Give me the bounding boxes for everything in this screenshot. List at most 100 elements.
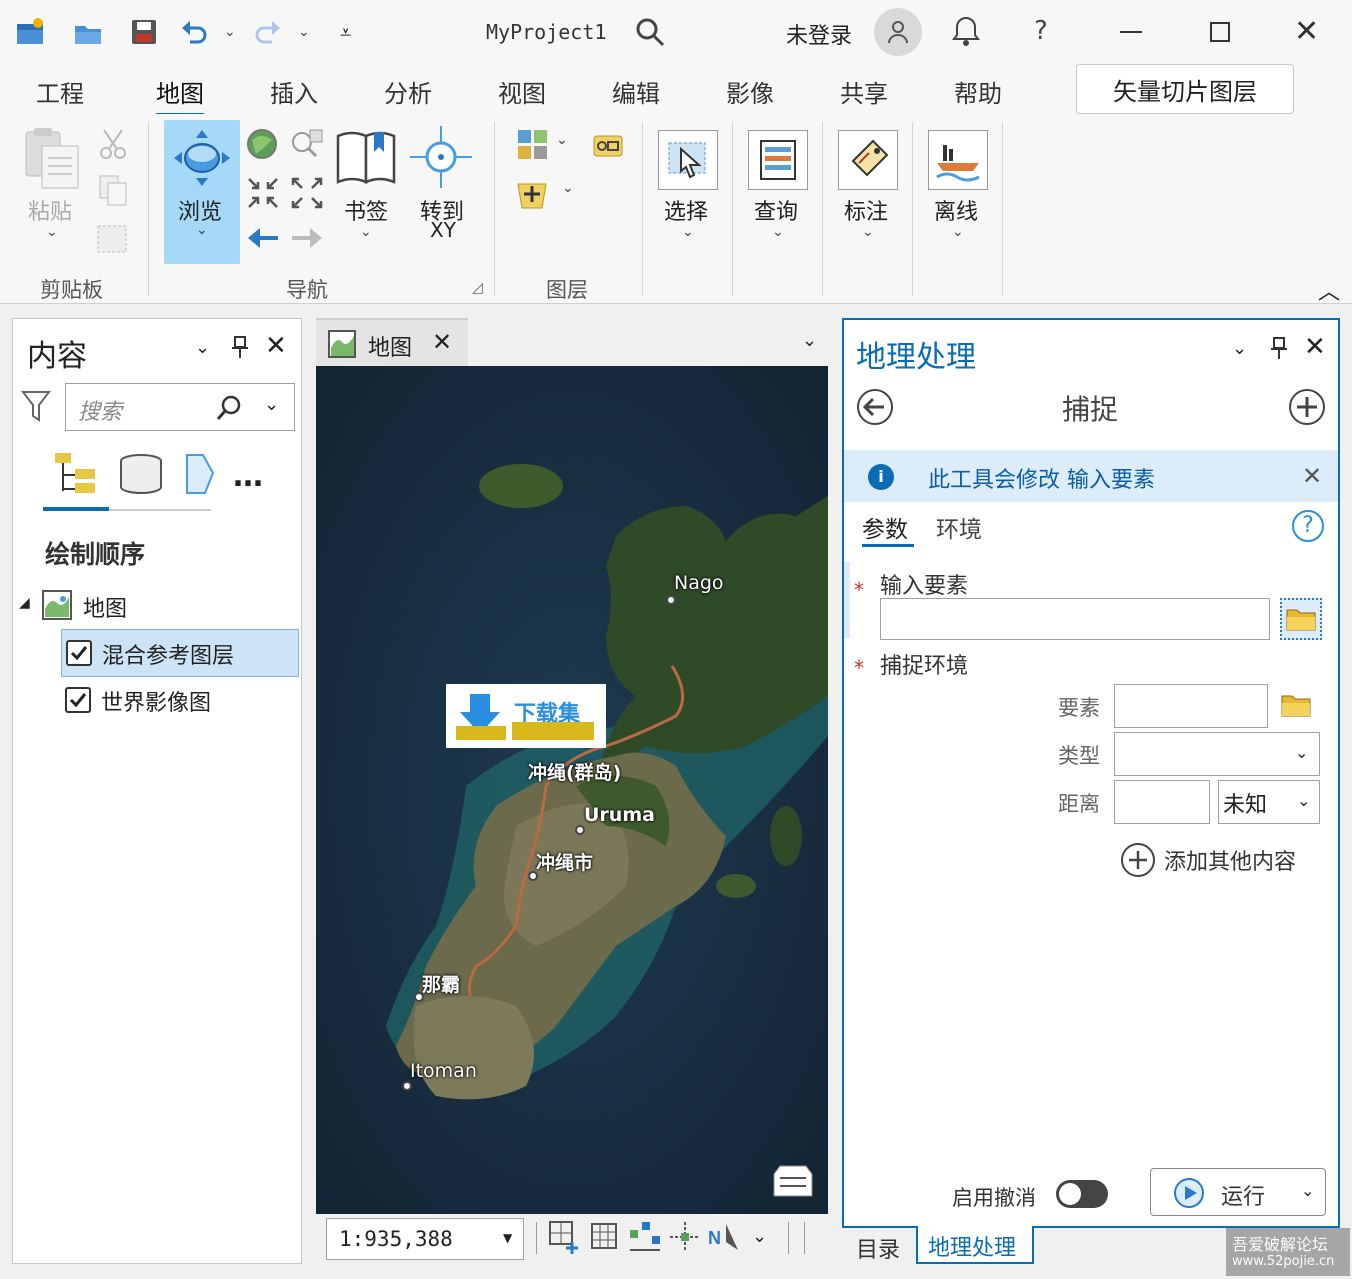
scale-dropdown-icon[interactable]: ▼ [503,1231,512,1245]
filter-icon[interactable] [20,389,52,427]
search-icon[interactable] [634,16,666,52]
label-icon[interactable] [838,130,898,190]
paste-button[interactable]: 粘贴 [28,194,72,226]
zoom-to-selection-icon[interactable] [290,128,324,164]
bookmarks-button[interactable]: 书签 [344,194,388,226]
query-button[interactable]: 查询 [754,194,798,226]
grid-add-icon[interactable] [548,1220,580,1258]
offline-icon[interactable] [928,130,988,190]
add-more-button[interactable]: 添加其他内容 [1164,844,1296,876]
sign-in-status[interactable]: 未登录 [786,18,852,50]
tab-map-view[interactable]: 地图 ✕ [316,318,468,366]
help-icon[interactable]: ? [1034,16,1048,46]
previous-extent-icon[interactable] [246,222,280,258]
add-preset-icon[interactable] [516,176,550,214]
offline-button[interactable]: 离线 [934,194,978,226]
map-canvas[interactable]: Nago 冲绳(群岛) Uruma 冲绳市 那霸 Itoman 下载集 [316,366,828,1214]
search-options-icon[interactable]: ⌄ [264,394,279,415]
contents-options-icon[interactable]: ⌄ [195,337,210,358]
browse-folder-icon[interactable] [1280,598,1322,640]
map-item-label[interactable]: 地图 [83,591,127,623]
close-icon[interactable]: ✕ [1294,14,1319,49]
maximize-icon[interactable] [1210,22,1230,42]
collapse-ribbon-icon[interactable]: ︿ [1318,274,1340,306]
fixed-zoom-out-icon[interactable] [290,176,324,214]
tab-share[interactable]: 共享 [840,74,888,109]
add-tool-icon[interactable] [1288,388,1326,430]
query-icon[interactable] [748,130,808,190]
save-icon[interactable] [126,14,162,50]
full-extent-icon[interactable] [246,128,278,164]
tab-view[interactable]: 视图 [498,74,546,109]
scale-selector[interactable]: 1:935,388 ▼ [326,1218,524,1260]
expand-map-icon[interactable]: ◢ [19,595,30,611]
grid-icon[interactable] [590,1222,618,1254]
query-dropdown-icon[interactable]: ⌄ [772,224,784,240]
tab-edit[interactable]: 编辑 [612,74,660,109]
tab-environments[interactable]: 环境 [936,510,982,544]
bookmarks-icon[interactable] [334,128,400,190]
search-icon[interactable] [216,394,244,426]
pin-icon[interactable] [1270,336,1288,364]
help-icon[interactable]: ? [1292,510,1324,542]
snap-type-select[interactable]: ⌄ [1114,732,1320,776]
redo-dropdown-icon[interactable]: ⌄ [298,24,310,40]
select-dropdown-icon[interactable]: ⌄ [682,224,694,240]
minimize-icon[interactable] [1120,31,1142,33]
constraints-icon[interactable] [668,1220,702,1258]
explore-dropdown-icon[interactable]: ⌄ [196,222,208,238]
tab-map[interactable]: 地图 [156,74,204,117]
tab-catalog[interactable]: 目录 [856,1232,900,1264]
tab-insert[interactable]: 插入 [270,74,318,109]
avatar[interactable] [874,8,922,56]
select-button[interactable]: 选择 [664,194,708,226]
offline-dropdown-icon[interactable]: ⌄ [952,224,964,240]
navigator-icon[interactable] [772,1164,814,1202]
undo-icon[interactable] [176,14,212,50]
snap-feature-field[interactable] [1114,684,1268,728]
run-button[interactable]: 运行 ⌄ [1150,1168,1326,1216]
more-options-icon[interactable]: … [233,459,263,494]
label-button[interactable]: 标注 [844,194,888,226]
list-by-snapping-icon[interactable] [185,453,215,499]
input-features-field[interactable] [880,598,1270,640]
hybrid-reference-checkbox[interactable] [66,640,92,666]
distance-unit-select[interactable]: 未知 ⌄ [1218,780,1320,824]
world-imagery-checkbox[interactable] [65,687,91,713]
open-project-icon[interactable] [70,14,106,50]
list-by-drawing-order-icon[interactable] [51,451,103,505]
add-more-icon[interactable] [1120,842,1156,882]
dismiss-info-icon[interactable]: ✕ [1302,462,1322,490]
bookmarks-dropdown-icon[interactable]: ⌄ [360,224,372,240]
snap-distance-field[interactable] [1114,780,1210,824]
back-icon[interactable] [856,388,894,430]
geoprocessing-close-icon[interactable]: ✕ [1304,332,1326,362]
tab-project[interactable]: 工程 [36,74,84,109]
north-arrow-icon[interactable]: N [708,1220,742,1258]
status-more-icon[interactable]: ⌄ [752,1226,767,1247]
add-data-dropdown-icon[interactable]: ⌄ [556,132,568,148]
add-data-icon[interactable] [516,128,550,166]
undo-dropdown-icon[interactable]: ⌄ [224,24,236,40]
paste-dropdown-icon[interactable]: ⌄ [46,224,58,240]
list-by-source-icon[interactable] [119,453,163,499]
fixed-zoom-in-icon[interactable] [246,176,280,214]
tab-imagery[interactable]: 影像 [726,74,774,109]
explore-button[interactable]: 浏览 ⌄ [164,120,240,264]
enable-undo-toggle[interactable] [1056,1180,1108,1208]
tab-parameters[interactable]: 参数 [862,510,908,544]
select-icon[interactable] [658,130,718,190]
basemap-icon[interactable] [592,130,624,166]
goto-xy-label-line2[interactable]: XY [430,218,456,242]
label-dropdown-icon[interactable]: ⌄ [862,224,874,240]
contents-close-icon[interactable]: ✕ [265,331,287,361]
customize-toolbar-icon[interactable]: ⩡ [340,20,351,44]
tab-geoprocessing[interactable]: 地理处理 [916,1226,1034,1264]
navigation-launcher-icon[interactable]: ◿ [472,280,483,296]
bell-icon[interactable] [950,14,982,52]
tab-list-icon[interactable]: ⌄ [802,330,817,351]
layer-row-world-imagery[interactable]: 世界影像图 [61,677,299,725]
geoprocessing-options-icon[interactable]: ⌄ [1232,338,1247,359]
add-preset-dropdown-icon[interactable]: ⌄ [562,180,574,196]
pin-icon[interactable] [231,335,249,363]
